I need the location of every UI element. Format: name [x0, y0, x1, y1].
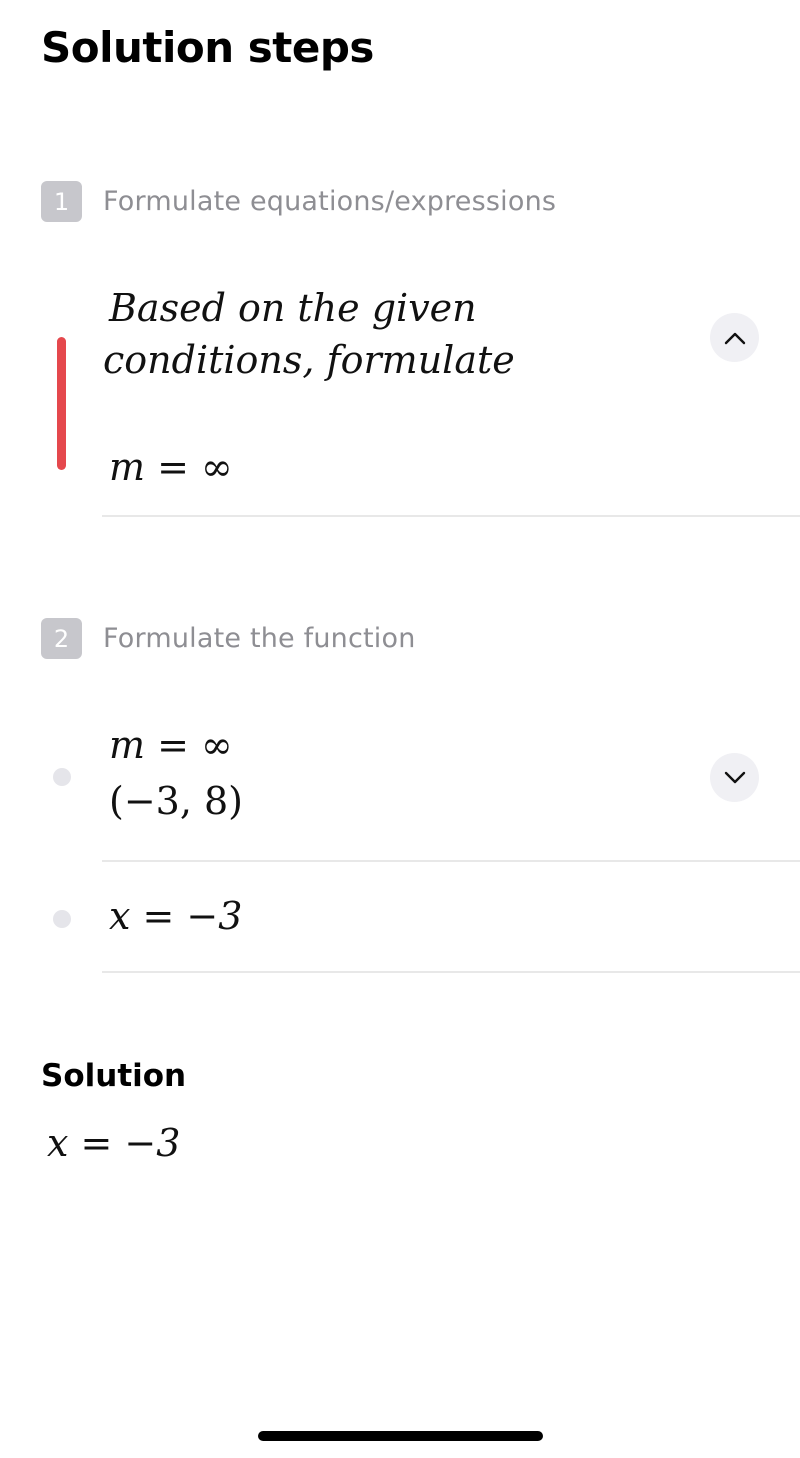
chevron-up-icon	[724, 332, 745, 344]
step-2-item-1-line1: m = ∞	[109, 723, 233, 767]
active-step-indicator	[57, 337, 66, 470]
home-indicator[interactable]	[258, 1431, 543, 1441]
step-1-header[interactable]: 1 Formulate equations/expressions	[41, 181, 556, 222]
step-1-description-line1: Based on the given	[109, 286, 477, 330]
step-number-badge: 2	[41, 618, 82, 659]
step-number-badge: 1	[41, 181, 82, 222]
step-2-item-1-line2: (−3, 8)	[109, 779, 244, 823]
step-1-description-line2: conditions, formulate	[103, 338, 515, 382]
divider	[102, 860, 800, 862]
page-title: Solution steps	[41, 23, 374, 72]
solution-label: Solution	[41, 1058, 187, 1094]
bullet-dot	[53, 910, 71, 928]
solution-answer: x = −3	[47, 1121, 181, 1165]
step-title: Formulate equations/expressions	[103, 186, 557, 217]
step-2-header[interactable]: 2 Formulate the function	[41, 618, 416, 659]
equation-text: m = ∞	[109, 445, 233, 489]
step-title: Formulate the function	[103, 623, 416, 654]
collapse-step-1-button[interactable]	[710, 313, 759, 362]
step-2-item-2-line1: x = −3	[109, 894, 243, 938]
expand-step-2-button[interactable]	[710, 753, 759, 802]
bullet-dot	[53, 768, 71, 786]
divider	[102, 515, 800, 517]
chevron-down-icon	[724, 771, 745, 783]
step-1-equation: m = ∞	[109, 441, 233, 493]
divider	[102, 971, 800, 973]
